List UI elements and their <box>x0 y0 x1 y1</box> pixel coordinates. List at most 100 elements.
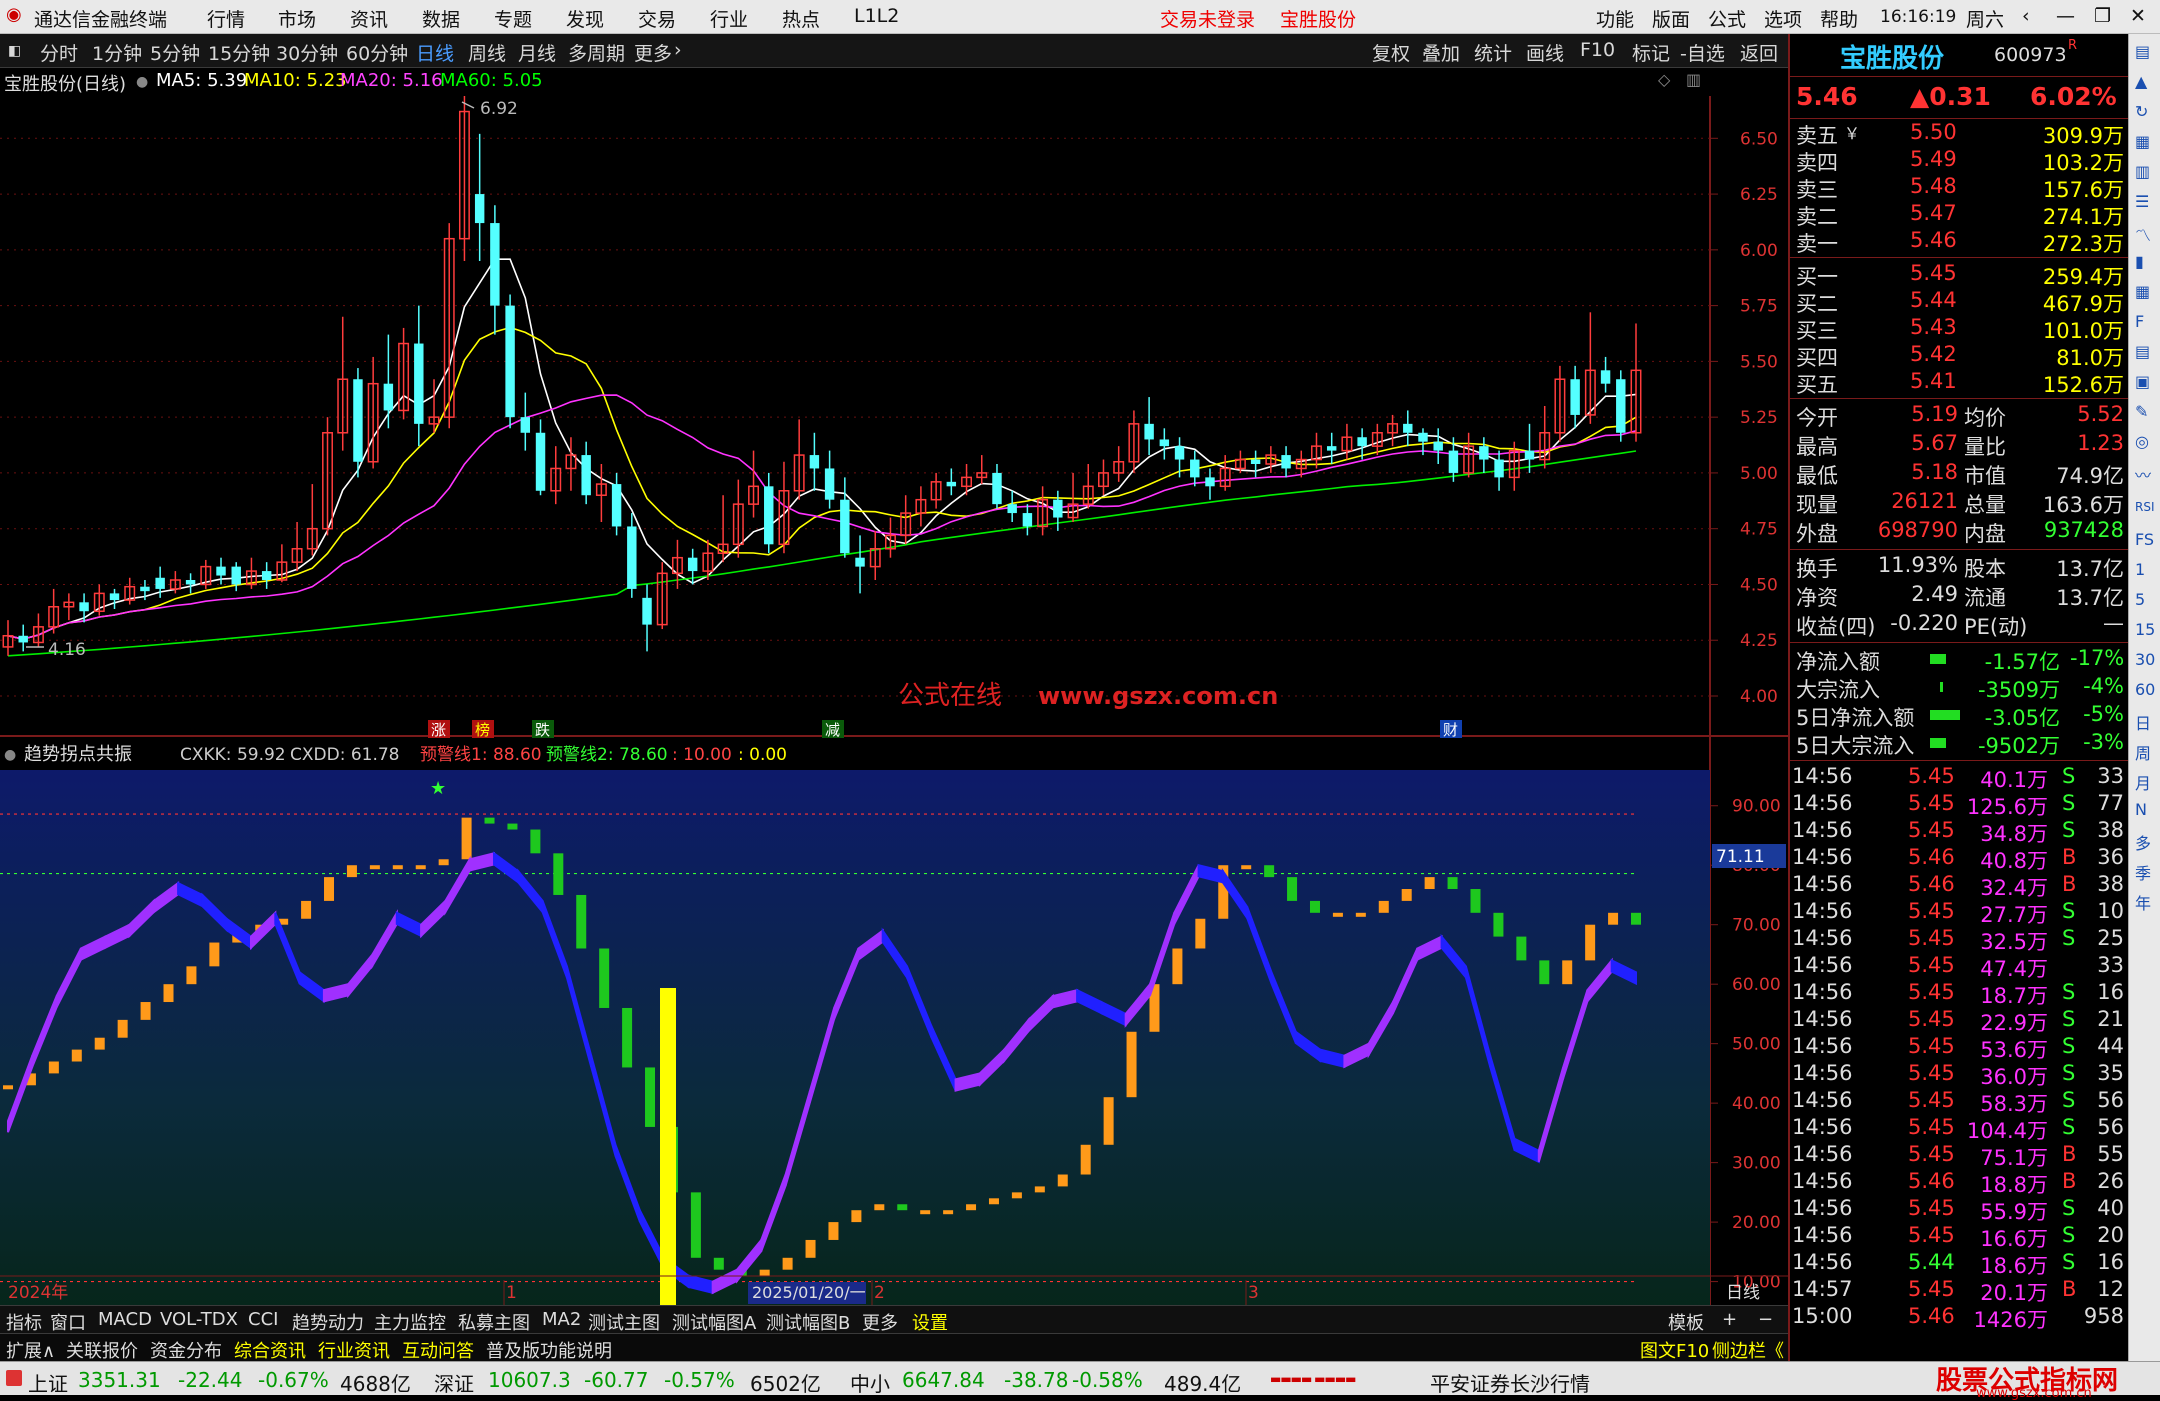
tab-period-15min[interactable]: 15分钟 <box>208 39 270 66</box>
tab-ceshifutu-b[interactable]: 测试幅图B <box>766 1309 850 1335</box>
tab-zhulijiankong[interactable]: 主力监控 <box>374 1309 446 1335</box>
side-tab-0[interactable]: 图文F10 <box>1640 1337 1709 1363</box>
tab-cci[interactable]: CCI <box>248 1309 278 1330</box>
tab-qushidongli[interactable]: 趋势动力 <box>292 1309 364 1335</box>
bar-icon[interactable]: ▥ <box>2135 162 2150 181</box>
tool-tongji[interactable]: 统计 <box>1474 39 1512 66</box>
window-icon[interactable]: ▤ <box>2135 42 2150 61</box>
minus-icon[interactable]: − <box>1758 1309 1773 1330</box>
tab-shezhi[interactable]: 设置 <box>912 1309 948 1335</box>
side-tool-11[interactable]: 多 <box>2135 830 2151 854</box>
candle-icon[interactable]: ▮ <box>2135 252 2144 271</box>
list-icon[interactable]: ☰ <box>2135 192 2149 211</box>
menu-item-hangqing[interactable]: 行情 <box>207 5 245 32</box>
menu-item-xuanxiang[interactable]: 选项 <box>1764 5 1802 32</box>
tab-zijinfenbu[interactable]: 资金分布 <box>150 1337 222 1363</box>
line-icon[interactable]: 〽 <box>2135 222 2151 246</box>
tool-fanhui[interactable]: 返回 <box>1740 39 1778 66</box>
window-icon[interactable]: ▥ <box>1686 70 1701 89</box>
side-tool-7[interactable]: 日 <box>2135 710 2151 734</box>
minimize-icon[interactable]: — <box>2056 5 2075 27</box>
tab-period-5min[interactable]: 5分钟 <box>150 39 200 66</box>
tool-biaoji[interactable]: 标记 <box>1632 39 1670 66</box>
diamond-icon[interactable]: ◇ <box>1658 70 1670 89</box>
tab-chuangkou[interactable]: 窗口 <box>50 1309 86 1335</box>
side-tab-1[interactable]: 侧边栏《 <box>1712 1337 1784 1363</box>
tab-period-daily[interactable]: 日线 <box>416 39 454 66</box>
tab-ceshifutu-a[interactable]: 测试幅图A <box>672 1309 756 1335</box>
chart-icon[interactable]: ▦ <box>2135 132 2150 151</box>
tab-period-60min[interactable]: 60分钟 <box>346 39 408 66</box>
tab-pujiban[interactable]: 普及版功能说明 <box>486 1337 612 1363</box>
restore-icon[interactable]: ❐ <box>2094 5 2111 27</box>
menu-item-gongneng[interactable]: 功能 <box>1596 5 1634 32</box>
tab-gengduo[interactable]: 更多 <box>862 1309 898 1335</box>
tab-guanlianbaojia[interactable]: 关联报价 <box>66 1337 138 1363</box>
tool-fuquan[interactable]: 复权 <box>1372 39 1410 66</box>
tab-period-fenshi[interactable]: 分时 <box>40 39 78 66</box>
side-tool-6[interactable]: 60 <box>2135 680 2155 699</box>
tool-f10[interactable]: F10 <box>1580 39 1615 61</box>
template-button[interactable]: 模板 <box>1668 1309 1704 1335</box>
side-tool-8[interactable]: 周 <box>2135 740 2151 764</box>
side-tool-2[interactable]: 1 <box>2135 560 2145 579</box>
side-tool-10[interactable]: N <box>2135 800 2147 819</box>
sz-name[interactable]: 深证 <box>434 1368 474 1397</box>
menu-item-zixun[interactable]: 资讯 <box>350 5 388 32</box>
menu-item-faxian[interactable]: 发现 <box>566 5 604 32</box>
plus-icon[interactable]: + <box>1722 1309 1737 1330</box>
menu-item-shuju[interactable]: 数据 <box>422 5 460 32</box>
menu-item-jiaoyi[interactable]: 交易 <box>638 5 676 32</box>
marker-bang[interactable]: 榜 <box>475 721 490 739</box>
pin-icon[interactable]: ✎ <box>2135 402 2148 421</box>
tab-zhibiao[interactable]: 指标 <box>6 1309 42 1335</box>
tab-ma2[interactable]: MA2 <box>542 1309 581 1330</box>
close-icon[interactable]: ✕ <box>2130 5 2146 27</box>
tab-kuozhan[interactable]: 扩展∧ <box>6 1337 55 1363</box>
table-icon[interactable]: ▤ <box>2135 342 2150 361</box>
marker-die[interactable]: 跌 <box>535 721 550 739</box>
trend-icon[interactable]: 〰 <box>2135 462 2151 486</box>
book-icon[interactable]: ▣ <box>2135 372 2150 391</box>
tab-period-30min[interactable]: 30分钟 <box>276 39 338 66</box>
side-tool-3[interactable]: 5 <box>2135 590 2145 609</box>
menu-item-l1l2[interactable]: L1L2 <box>854 5 899 27</box>
marker-zhang[interactable]: 涨 <box>431 721 446 739</box>
login-status[interactable]: 交易未登录 <box>1160 5 1255 32</box>
indicator-settings-icon[interactable]: ● <box>4 747 16 763</box>
grid-icon[interactable]: ▦ <box>2135 282 2150 301</box>
stock-link[interactable]: 宝胜股份 <box>1280 5 1356 32</box>
up-arrow-icon[interactable]: ▲ <box>2135 72 2147 91</box>
menu-item-banmian[interactable]: 版面 <box>1652 5 1690 32</box>
tool-diejia[interactable]: 叠加 <box>1422 39 1460 66</box>
tab-period-1min[interactable]: 1分钟 <box>92 39 142 66</box>
panel-toggle-icon[interactable]: ◧ <box>8 43 21 59</box>
side-tool-1[interactable]: FS <box>2135 530 2154 549</box>
tab-zonghezixun[interactable]: 综合资讯 <box>234 1337 306 1363</box>
menu-item-shichang[interactable]: 市场 <box>278 5 316 32</box>
tab-ceshizhutu[interactable]: 测试主图 <box>588 1309 660 1335</box>
side-tool-0[interactable]: RSI <box>2135 500 2155 514</box>
chevron-right-icon[interactable]: › <box>674 39 682 61</box>
side-tool-9[interactable]: 月 <box>2135 770 2151 794</box>
tab-macd[interactable]: MACD <box>98 1309 152 1330</box>
back-arrow-icon[interactable]: ‹ <box>2022 5 2030 27</box>
menu-item-hangye[interactable]: 行业 <box>710 5 748 32</box>
settings-dot-icon[interactable]: ● <box>136 74 148 90</box>
tab-hudongwenda[interactable]: 互动问答 <box>402 1337 474 1363</box>
menu-item-bangzhu[interactable]: 帮助 <box>1820 5 1858 32</box>
circle-icon[interactable]: ◎ <box>2135 432 2149 451</box>
menu-item-redian[interactable]: 热点 <box>782 5 820 32</box>
side-tool-12[interactable]: 季 <box>2135 860 2151 884</box>
marker-jian[interactable]: 减 <box>825 721 840 739</box>
sh-name[interactable]: 上证 <box>28 1368 68 1397</box>
f10-icon[interactable]: F <box>2135 312 2144 331</box>
tab-period-weekly[interactable]: 周线 <box>468 39 506 66</box>
menu-item-gongshi[interactable]: 公式 <box>1708 5 1746 32</box>
tab-hangyezixun[interactable]: 行业资讯 <box>318 1337 390 1363</box>
side-tool-5[interactable]: 30 <box>2135 650 2155 669</box>
side-tool-4[interactable]: 15 <box>2135 620 2155 639</box>
tool-zixuan[interactable]: -自选 <box>1680 39 1725 66</box>
refresh-icon[interactable]: ↻ <box>2135 102 2148 121</box>
tab-period-monthly[interactable]: 月线 <box>518 39 556 66</box>
